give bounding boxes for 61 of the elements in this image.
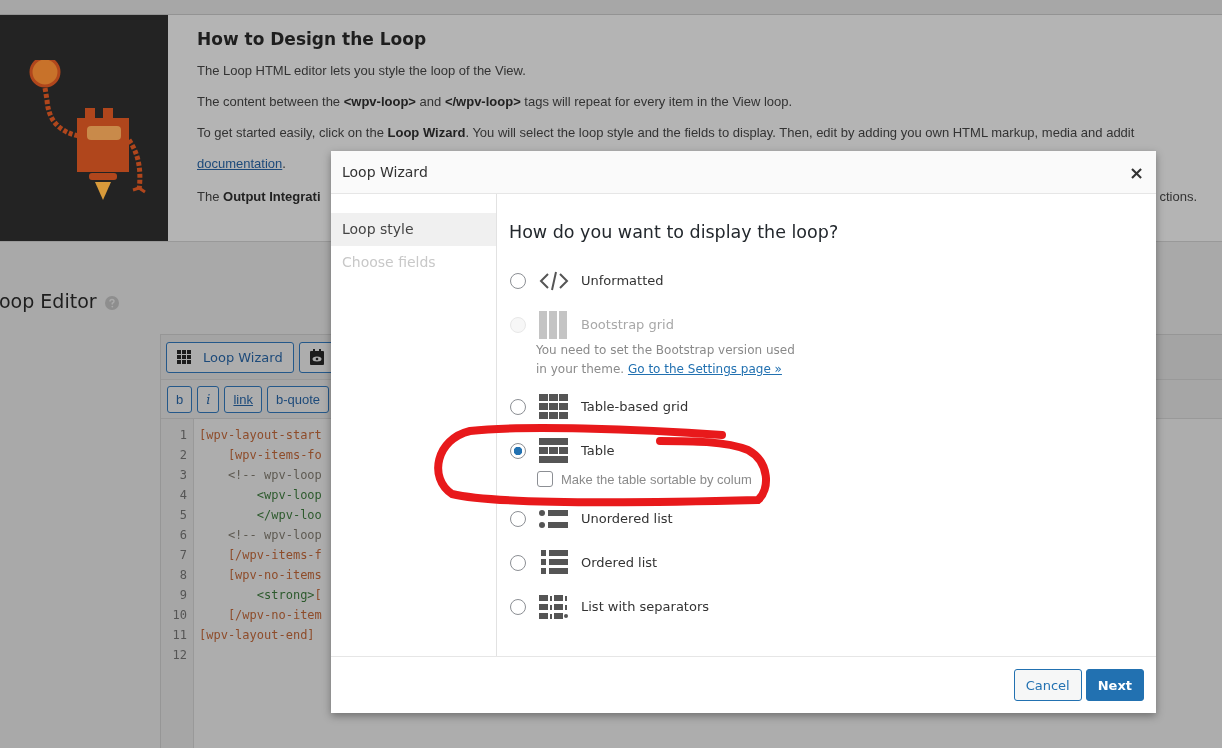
code-line: [wpv-layout-end] bbox=[199, 627, 315, 644]
option-label: Table-based grid bbox=[581, 399, 689, 414]
line-number: 8 bbox=[178, 567, 187, 584]
line-number: 9 bbox=[178, 587, 187, 604]
code-line: <wpv-loop bbox=[255, 487, 322, 504]
question-heading: How do you want to display the loop? bbox=[509, 222, 840, 242]
numbered-list-icon bbox=[539, 549, 569, 576]
option-label: Unformatted bbox=[581, 273, 664, 288]
line-number: 2 bbox=[178, 447, 187, 464]
help-paragraph: To get started easily, click on the Loop Wizard. You will select the loop style and the fields to display. Then, edit by adding you own HTML markup, media and addit bbox=[197, 124, 1136, 141]
code-line: [wpv-layout-start bbox=[199, 427, 322, 444]
line-number: 12 bbox=[171, 647, 187, 664]
code-line: <strong>[ bbox=[255, 587, 322, 604]
table-icon bbox=[539, 438, 569, 463]
eye-icon bbox=[309, 349, 324, 365]
line-number: 4 bbox=[178, 487, 187, 504]
option-note: You need to set the Bootstrap version used in your theme. Go to the Settings page » bbox=[536, 342, 796, 378]
radio-button[interactable] bbox=[510, 442, 526, 459]
option-label: Bootstrap grid bbox=[581, 317, 674, 332]
line-number: 7 bbox=[178, 547, 187, 564]
dialog-title: Loop Wizard bbox=[342, 164, 428, 180]
step-item[interactable]: Loop style bbox=[331, 213, 496, 246]
code-line: </wpv-loo bbox=[255, 507, 322, 524]
line-number: 10 bbox=[171, 607, 187, 624]
option-label: Ordered list bbox=[581, 555, 658, 570]
option-label: Table bbox=[581, 443, 615, 458]
format-button[interactable]: link bbox=[224, 385, 262, 413]
grid-icon bbox=[539, 394, 569, 419]
help-title: How to Design the Loop bbox=[197, 29, 428, 49]
help-paragraph: The content between the <wpv-loop> and </wpv-loop> tags will repeat for every item in the View loop. bbox=[197, 93, 794, 110]
format-button[interactable]: i bbox=[197, 385, 220, 413]
help-paragraph: ctions. bbox=[1159, 188, 1197, 205]
checkbox-label: Make the table sortable by colum bbox=[561, 471, 752, 487]
line-number: 6 bbox=[178, 527, 187, 544]
code-line: <!-- wpv-loop bbox=[226, 527, 322, 544]
code-line: [/wpv-no-item bbox=[226, 607, 322, 624]
cancel-button[interactable]: Cancel bbox=[1013, 669, 1082, 701]
option-label: Unordered list bbox=[581, 511, 673, 526]
close-button[interactable]: × bbox=[1126, 161, 1146, 183]
help-paragraph: The Output Integrati bbox=[197, 188, 321, 205]
checkbox[interactable] bbox=[537, 471, 553, 487]
bullet-list-icon bbox=[539, 508, 569, 529]
line-number: 11 bbox=[171, 627, 187, 644]
format-button[interactable]: b bbox=[167, 385, 193, 413]
code-line: [/wpv-items-f bbox=[226, 547, 322, 564]
columns-icon bbox=[539, 310, 569, 339]
format-button[interactable]: b-quote bbox=[266, 385, 329, 413]
line-number: 1 bbox=[178, 427, 187, 444]
option-label: List with separators bbox=[581, 599, 710, 614]
help-paragraph: The Loop HTML editor lets you style the loop of the View. bbox=[197, 62, 527, 79]
code-line: [wpv-items-fo bbox=[226, 447, 322, 464]
code-line: <!-- wpv-loop bbox=[226, 467, 322, 484]
code-line: [wpv-no-items bbox=[226, 567, 322, 584]
grid-icon bbox=[177, 350, 191, 364]
line-number: 5 bbox=[178, 507, 187, 524]
line-number: 3 bbox=[178, 467, 187, 484]
next-button[interactable]: Next bbox=[1085, 669, 1144, 701]
separated-list-icon bbox=[539, 594, 569, 619]
help-icon bbox=[104, 296, 119, 310]
loop-wizard-button[interactable]: Loop Wizard bbox=[166, 341, 294, 373]
section-title: oop Editor bbox=[0, 290, 97, 312]
